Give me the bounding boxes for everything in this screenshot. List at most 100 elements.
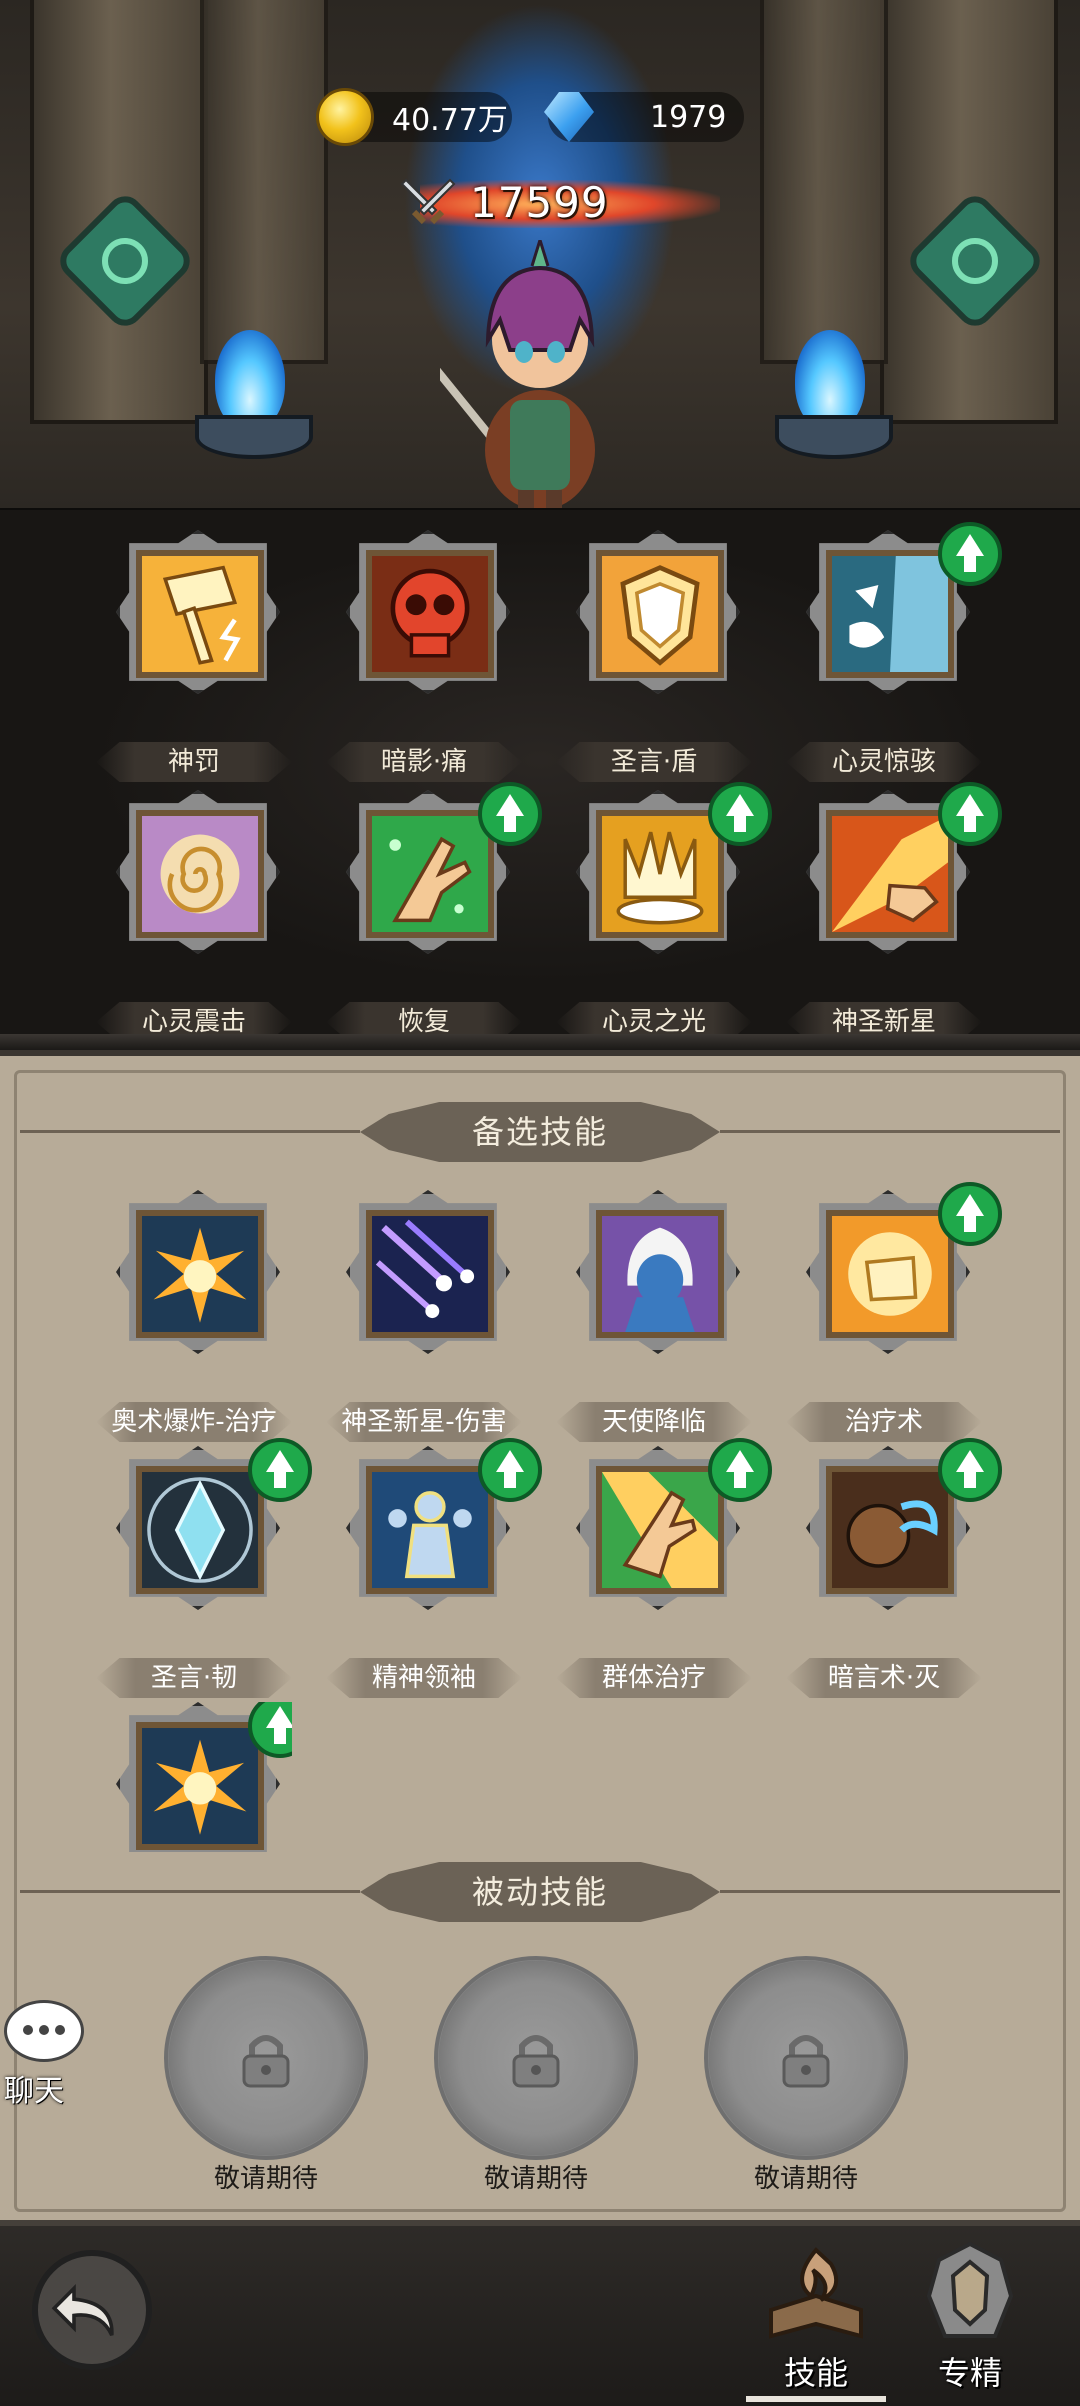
gold-amount: 40.77万 [392,103,508,138]
passive-skill-slot-3[interactable]: 敬请期待 [696,1956,916,2196]
equipped-skill-8[interactable]: 神圣新星 [786,782,1002,1050]
blue-flame-brazier-left [195,330,313,460]
reserve-section-title: 备选技能 [471,1113,608,1151]
skill-name: 神罚 [167,747,220,777]
stone-pillar-right [880,0,1058,424]
lock-icon [782,2035,830,2088]
glowing-fist-icon [826,1210,954,1338]
reserve-skill-9[interactable] [96,1702,292,1852]
skill-name: 神圣新星-伤害 [341,1407,507,1437]
stone-pillar-left [30,0,208,424]
back-arrow-icon [51,2284,114,2337]
meteor-icon [366,1210,494,1338]
skill-name: 神圣新星 [831,1007,936,1037]
gold-coin-icon [316,88,374,146]
passive-slot-label: 敬请期待 [753,2164,858,2194]
passive-skill-slot-2[interactable]: 敬请期待 [426,1956,646,2196]
upgrade-arrow-icon[interactable] [938,782,1002,846]
upgrade-arrow-icon[interactable] [938,522,1002,586]
tab-skills-label: 技能 [783,2354,848,2392]
passive-slot-label: 敬请期待 [213,2164,318,2194]
spirit-leader-icon [366,1466,494,1594]
passive-section-title: 被动技能 [471,1873,608,1911]
reserve-section-header: 备选技能 [0,1096,1080,1166]
blue-flame-brazier-right [775,330,893,460]
bottom-navigation: 技能 专精 [0,2220,1080,2406]
skill-name: 治疗术 [844,1407,923,1437]
upgrade-arrow-icon[interactable] [478,782,542,846]
reserve-skill-8[interactable]: 暗言术·灭 [786,1438,1002,1706]
equipped-skill-2[interactable]: 暗影·痛 [326,530,522,790]
skill-name: 圣言·盾 [610,747,698,777]
skull-icon [366,550,494,678]
equipped-skill-7[interactable]: 心灵之光 [556,782,772,1050]
gem-amount: 1979 [650,99,727,135]
crown-light-icon [596,810,724,938]
angel-icon [596,1210,724,1338]
equipped-skill-1[interactable]: 神罚 [96,530,292,790]
stone-pillar-inner-right [760,0,888,364]
group-heal-icon [596,1466,724,1594]
skill-management-panel: 备选技能 被动技能 奥术爆炸-治疗 神圣新星-伤害 天使降临 治疗术圣言·韧 精神领袖 群… [0,1050,1080,2226]
passive-section-header: 被动技能 [0,1856,1080,1926]
crystal-icon [136,1466,264,1594]
skill-name: 圣言·韧 [150,1663,238,1693]
skill-name: 奥术爆炸-治疗 [111,1407,277,1437]
skill-name: 群体治疗 [601,1663,706,1693]
skill-name: 天使降临 [601,1407,706,1437]
upgrade-arrow-icon[interactable] [938,1182,1002,1246]
crossed-swords-icon [400,178,456,225]
combat-power: 17599 [400,170,730,234]
reserve-skill-6[interactable]: 精神领袖 [326,1438,542,1706]
tab-skills[interactable]: 技能 [746,2240,886,2402]
explosion-icon [136,1210,264,1338]
hammer-lightning-icon [136,550,264,678]
skill-book-icon [769,2247,863,2339]
reserve-skill-3[interactable]: 天使降临 [556,1190,752,1450]
chat-label: 聊天 [4,2074,64,2109]
upgrade-arrow-icon[interactable] [708,1438,772,1502]
upgrade-arrow-icon[interactable] [478,1438,542,1502]
lock-icon [242,2035,290,2088]
equipped-skill-5[interactable]: 心灵震击 [96,790,292,1050]
skill-name: 暗言术·灭 [827,1663,941,1693]
fire-hand-icon [826,810,954,938]
upgrade-arrow-icon[interactable] [708,782,772,846]
passive-slot-label: 敬请期待 [483,2164,588,2194]
back-button[interactable] [32,2250,152,2370]
equipped-skill-6[interactable]: 恢复 [326,782,542,1050]
skill-name: 恢复 [397,1007,450,1037]
spiral-icon [136,810,264,938]
gem-counter: 1979 [544,92,744,142]
upgrade-arrow-icon[interactable] [248,1438,312,1502]
shadow-word-icon [826,1466,954,1594]
reserve-skill-4[interactable]: 治疗术 [786,1182,1002,1450]
lock-icon [512,2035,560,2088]
chat-bubble-icon [4,2000,84,2062]
reserve-skill-1[interactable]: 奥术爆炸-治疗 [96,1190,292,1450]
skill-name: 心灵震击 [141,1007,246,1037]
explosion-icon [136,1722,264,1850]
scream-face-icon [826,550,954,678]
tab-specialization[interactable]: 专精 [900,2240,1040,2400]
equipped-skills-panel: 神罚 暗影·痛 圣言·盾 心灵惊骇心灵震击 恢复 心灵之光 神圣新星 [0,508,1080,1050]
priest-hero-character[interactable] [440,240,640,510]
hero-scene: 40.77万 1979 17599 [0,0,1080,510]
rune-gem-icon [52,188,198,334]
reserve-skill-5[interactable]: 圣言·韧 [96,1438,312,1706]
passive-skill-slot-1[interactable]: 敬请期待 [156,1956,376,2196]
healing-hand-icon [366,810,494,938]
skill-name: 精神领袖 [371,1663,476,1693]
reserve-skill-2[interactable]: 神圣新星-伤害 [326,1190,522,1450]
shield-icon [596,550,724,678]
blue-gem-icon [544,92,594,142]
upgrade-arrow-icon[interactable] [938,1438,1002,1502]
skill-name: 心灵之光 [601,1007,706,1037]
reserve-skill-7[interactable]: 群体治疗 [556,1438,772,1706]
tab-specialization-label: 专精 [937,2354,1002,2392]
equipped-skill-4[interactable]: 心灵惊骇 [786,522,1002,790]
stone-pillar-inner-left [200,0,328,364]
chat-button[interactable]: 聊天 [4,2000,84,2109]
rune-gem-icon [902,188,1048,334]
equipped-skill-3[interactable]: 圣言·盾 [556,530,752,790]
